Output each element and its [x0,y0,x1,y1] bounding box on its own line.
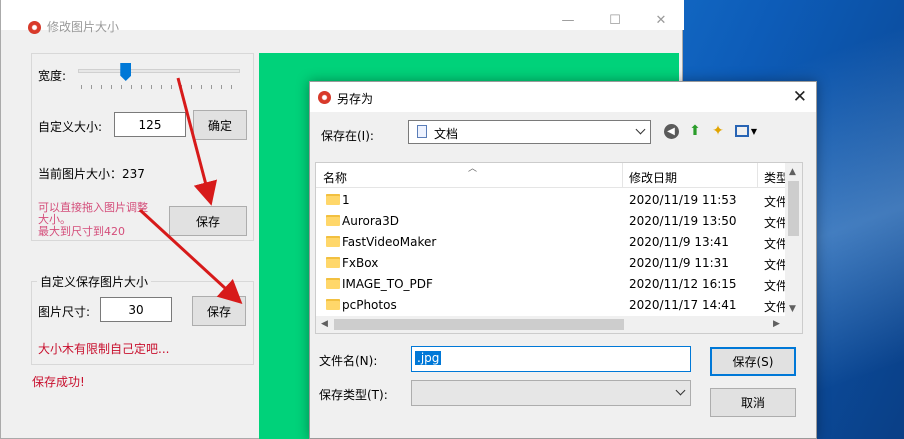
file-name: IMAGE_TO_PDF [342,277,433,291]
custom-size-label: 自定义大小: [38,120,103,134]
folder-icon [326,215,340,226]
confirm-button[interactable]: 确定 [193,110,247,140]
column-date[interactable]: 修改日期 [629,169,677,186]
chevron-down-icon [675,385,686,396]
view-menu-icon[interactable]: ▼ [733,122,759,140]
save-status-text: 保存成功! [32,375,85,389]
column-separator [622,163,623,188]
width-slider-track[interactable] [78,69,240,73]
current-size-label: 当前图片大小：237 [38,167,145,181]
file-date: 2020/11/19 11:53 [629,193,737,207]
filetype-label: 保存类型(T): [319,388,388,402]
file-date: 2020/11/9 11:31 [629,256,729,270]
filename-value: .jpg [415,351,442,365]
file-list: 名称 ︿ 修改日期 类型 1 2020/11/19 11:53 文件 Auror… [315,162,803,334]
image-size-input[interactable]: 30 [100,297,172,322]
new-folder-icon[interactable]: ✦ [709,122,727,140]
dialog-cancel-button[interactable]: 取消 [710,388,796,417]
folder-icon [326,236,340,247]
vertical-scroll-thumb[interactable] [788,181,799,236]
scroll-down-icon[interactable]: ▼ [789,304,796,314]
document-icon [417,125,427,138]
close-icon[interactable]: ✕ [654,14,668,28]
custom-save-group-title: 自定义保存图片大小 [37,273,152,290]
file-name: Aurora3D [342,214,399,228]
drag-hint-text: 可以直接拖入图片调整大小。 最大到尺寸到420 [38,201,148,238]
list-item[interactable]: pcPhotos 2020/11/17 14:41 文件 [316,294,788,315]
up-folder-icon[interactable]: ⬆ [686,122,704,140]
file-name: 1 [342,193,350,207]
filetype-combo[interactable] [411,380,691,406]
list-item[interactable]: FastVideoMaker 2020/11/9 13:41 文件 [316,231,788,252]
save-in-value: 文档 [434,127,459,141]
main-title-bar[interactable]: 修改图片大小 — ☐ ✕ [1,0,684,34]
list-item[interactable]: FxBox 2020/11/9 11:31 文件 [316,252,788,273]
scroll-left-icon[interactable]: ◀ [321,319,328,329]
dialog-save-button[interactable]: 保存(S) [710,347,796,376]
folder-icon [326,278,340,289]
horizontal-scrollbar[interactable]: ◀ ▶ [316,316,802,333]
dialog-title-bar[interactable]: 另存为 ✕ [310,82,816,112]
save-as-dialog: 另存为 ✕ 保存在(I): 文档 ◀ ⬆ ✦ ▼ 名称 ︿ 修改日期 类型 1 … [309,81,817,439]
minimize-icon[interactable]: — [561,14,575,28]
filename-label: 文件名(N): [319,354,378,368]
sort-arrow-icon: ︿ [468,164,478,174]
back-icon[interactable]: ◀ [662,122,680,140]
chevron-down-icon [635,124,646,135]
vertical-scrollbar[interactable]: ▲ ▼ [785,163,802,318]
file-name: pcPhotos [342,298,397,312]
dialog-title: 另存为 [337,92,374,106]
list-item[interactable]: IMAGE_TO_PDF 2020/11/12 16:15 文件 [316,273,788,294]
slider-ticks [81,85,241,89]
file-name: FxBox [342,256,379,270]
file-list-header: 名称 ︿ 修改日期 类型 [316,163,802,188]
folder-icon [326,257,340,268]
folder-icon [326,299,340,310]
save-in-label: 保存在(I): [321,129,374,143]
image-size-label: 图片尺寸: [38,305,91,319]
limit-hint-text: 大小木有限制自己定吧... [38,342,170,356]
column-separator [757,163,758,188]
horizontal-scroll-thumb[interactable] [334,319,624,330]
scroll-right-icon[interactable]: ▶ [773,319,780,329]
dialog-close-icon[interactable]: ✕ [793,87,807,107]
folder-icon [326,194,340,205]
file-date: 2020/11/19 13:50 [629,214,737,228]
maximize-icon[interactable]: ☐ [608,14,622,28]
file-date: 2020/11/12 16:15 [629,277,737,291]
file-date: 2020/11/17 14:41 [629,298,737,312]
save-button-resize[interactable]: 保存 [169,206,247,236]
dialog-app-icon [318,91,331,104]
width-label: 宽度: [38,69,67,83]
main-window-title: 修改图片大小 [47,20,120,34]
app-icon [28,21,41,34]
list-item[interactable]: Aurora3D 2020/11/19 13:50 文件 [316,210,788,231]
custom-size-input[interactable]: 125 [114,112,186,137]
filename-input[interactable]: .jpg [411,346,691,372]
file-date: 2020/11/9 13:41 [629,235,729,249]
save-in-combo[interactable]: 文档 [408,120,651,144]
scroll-up-icon[interactable]: ▲ [789,167,796,177]
save-button-custom[interactable]: 保存 [192,296,246,326]
list-item[interactable]: 1 2020/11/19 11:53 文件 [316,189,788,210]
column-name[interactable]: 名称 [323,169,347,186]
file-name: FastVideoMaker [342,235,437,249]
